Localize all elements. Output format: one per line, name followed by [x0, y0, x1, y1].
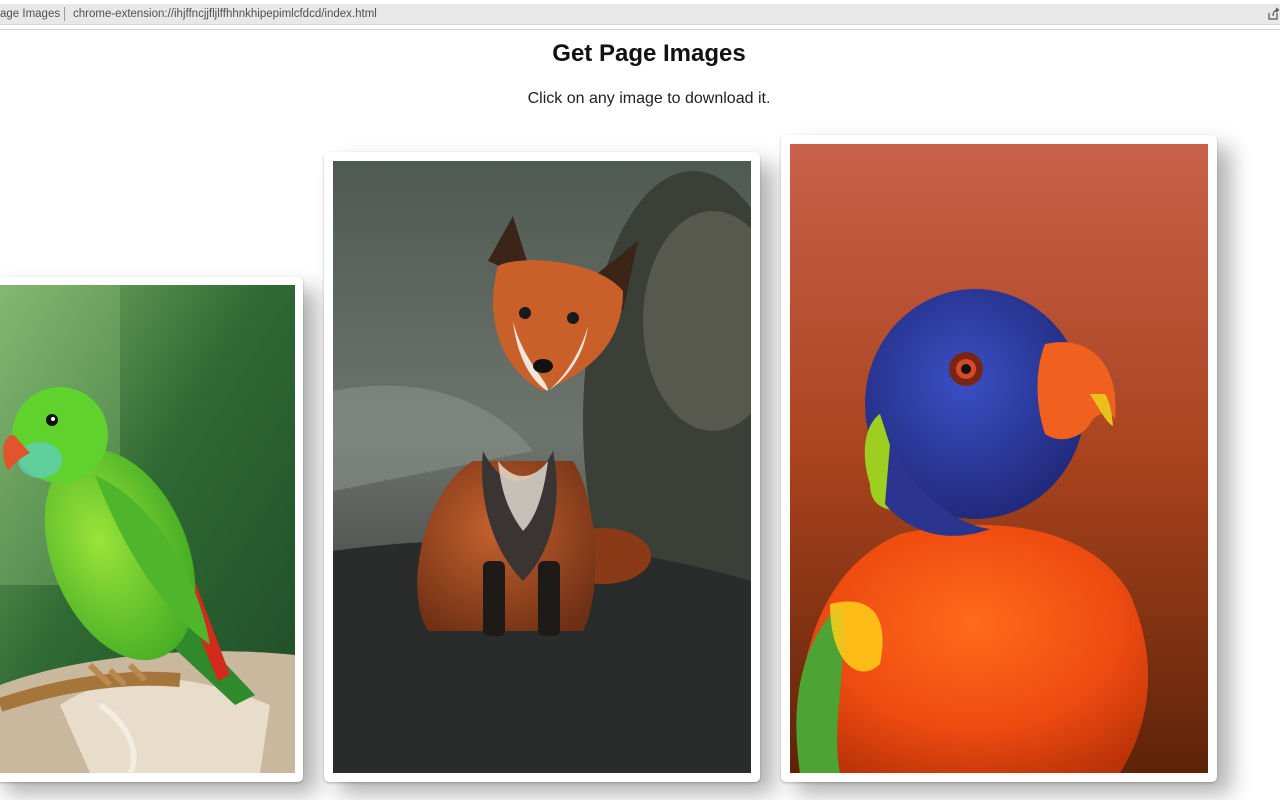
image-card-lorikeet[interactable] [781, 135, 1217, 782]
share-icon[interactable] [1266, 7, 1280, 21]
fox-image[interactable] [333, 161, 751, 773]
url-text[interactable]: chrome-extension://ihjffncjjfljlffhhnkhi… [73, 8, 377, 20]
page-subtitle: Click on any image to download it. [0, 90, 1280, 108]
address-bar: age Images chrome-extension://ihjffncjjf… [0, 0, 1280, 30]
image-card-fox[interactable] [324, 152, 760, 782]
image-card-parrot[interactable] [0, 277, 303, 782]
divider [64, 7, 65, 21]
toolbar-divider [0, 29, 1280, 30]
site-label: age Images [0, 8, 60, 20]
parrot-image[interactable] [0, 285, 295, 773]
lorikeet-image[interactable] [790, 144, 1208, 773]
page-title: Get Page Images [0, 40, 1280, 68]
